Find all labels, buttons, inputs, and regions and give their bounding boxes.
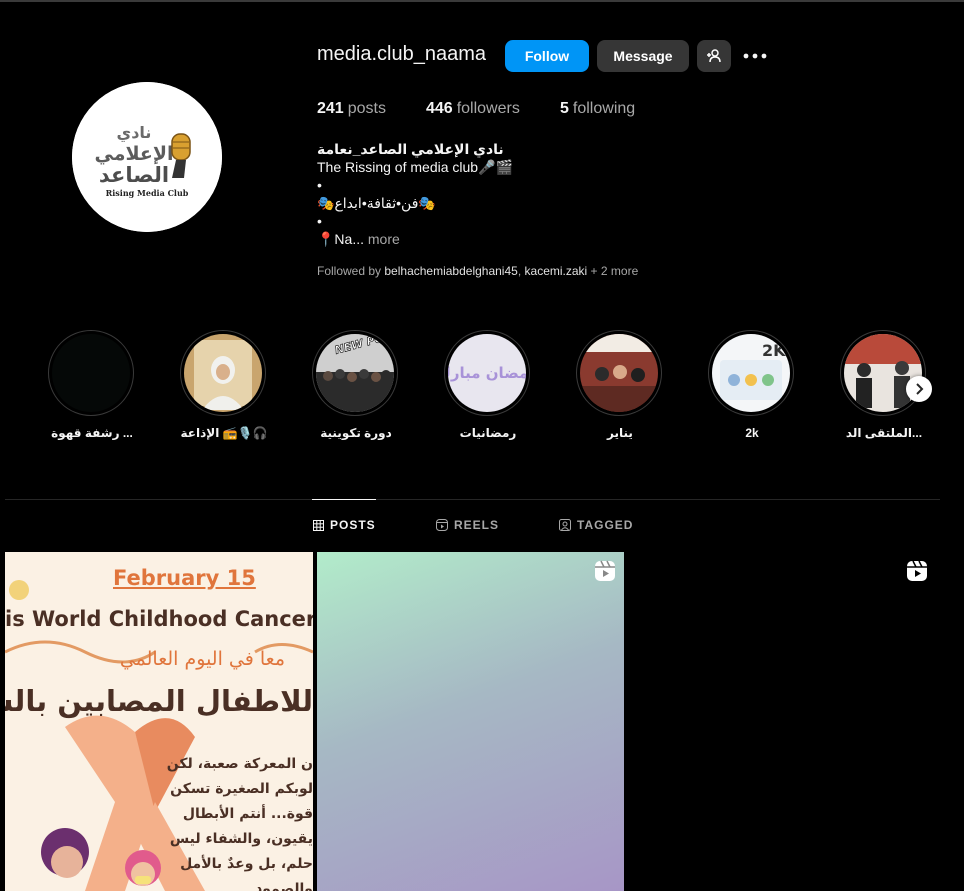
- tag-person-icon: [559, 519, 571, 531]
- ellipsis-icon: [743, 53, 767, 59]
- bio-line: •: [317, 177, 322, 193]
- post-headline: للاطفال المصابين بالسرطان: [5, 684, 313, 718]
- svg-text:الصاعد: الصاعد: [99, 163, 169, 187]
- highlight-label: رشفة قهوة ...: [51, 426, 133, 440]
- profile-avatar[interactable]: نادي الإعلامي الصاعد Rising Media Club: [72, 82, 222, 232]
- bio: نادي الإعلامي الصاعد_نعامة The Rissing o…: [317, 140, 513, 248]
- highlight-image: [844, 334, 922, 412]
- svg-text:رمضان مبارك: رمضان مبارك: [448, 364, 526, 382]
- highlight-image: رمضان مبارك: [448, 334, 526, 412]
- post-tile[interactable]: February 15 is World Childhood Cancer Da…: [5, 552, 313, 891]
- tab-label: REELS: [454, 518, 500, 532]
- profile-username: media.club_naama: [317, 43, 486, 65]
- highlight-image: NEW POST!: [316, 334, 394, 412]
- chevron-right-icon: [916, 383, 924, 395]
- tab-reels[interactable]: REELS: [436, 518, 499, 532]
- svg-text:الإعلامي: الإعلامي: [94, 143, 173, 165]
- active-tab-indicator: [312, 499, 376, 500]
- followed-by-separator: ,: [517, 264, 522, 278]
- post-subtitle: معا في اليوم العالمي: [119, 648, 285, 670]
- post-body-line: ن المعركة صعبة، لكن: [166, 756, 313, 772]
- bio-line: 📍Na...: [317, 231, 364, 247]
- post-title: is World Childhood Cancer Day: [5, 607, 313, 631]
- highlight-label: رمضانيات: [459, 426, 517, 440]
- svg-text:نادي: نادي: [117, 123, 152, 143]
- followers-label: followers: [456, 100, 520, 117]
- bio-line: •: [317, 213, 322, 229]
- follow-button[interactable]: Follow: [505, 40, 589, 72]
- followers-number: 446: [426, 100, 453, 117]
- highlight-label: دورة تكوينية: [320, 426, 392, 440]
- reels-icon: [436, 519, 448, 531]
- highlight-cover[interactable]: [576, 330, 662, 416]
- message-button[interactable]: Message: [597, 40, 689, 72]
- bio-more-link[interactable]: more: [368, 231, 400, 247]
- highlight-label: الإذاعة 📻🎙️🎧: [180, 426, 268, 440]
- followed-by-account[interactable]: belhachemiabdelghani45: [384, 264, 517, 278]
- person-plus-icon: [707, 49, 721, 63]
- highlight-cover[interactable]: NEW POST!: [312, 330, 398, 416]
- followed-by-prefix: Followed by: [317, 264, 382, 278]
- reel-icon: [907, 560, 927, 581]
- post-body-line: حلم، بل وعدٌ بالأمل: [180, 856, 313, 872]
- tab-label: POSTS: [330, 518, 376, 532]
- post-body-line: لوبكم الصغيرة تسكن: [170, 781, 313, 797]
- highlight-cover[interactable]: [840, 330, 926, 416]
- highlight-cover[interactable]: رمضان مبارك: [444, 330, 530, 416]
- suggest-users-button[interactable]: [697, 40, 731, 72]
- tab-tagged[interactable]: TAGGED: [559, 518, 633, 532]
- highlight-label: 2k: [745, 426, 759, 440]
- post-body-line: قوة... أنتم الأبطال: [182, 806, 313, 822]
- posts-label: posts: [347, 100, 386, 117]
- story-highlight[interactable]: الإذاعة 📻🎙️🎧: [180, 330, 268, 440]
- tabs-divider: [5, 499, 940, 500]
- posts-count: 241 posts: [317, 100, 386, 118]
- reel-icon: [595, 560, 615, 581]
- highlight-cover[interactable]: [48, 330, 134, 416]
- followers-link[interactable]: 446 followers: [426, 100, 520, 118]
- post-body-line: والصمود: [255, 881, 313, 891]
- story-highlight[interactable]: NEW POST! دورة تكوينية: [312, 330, 400, 440]
- highlight-image: 2K: [712, 334, 790, 412]
- story-highlight[interactable]: يناير: [576, 330, 664, 440]
- followed-by: Followed by belhachemiabdelghani45, kace…: [317, 264, 638, 278]
- bio-line: 🎭فن•ثقافة•ابداع🎭: [317, 195, 436, 211]
- highlight-cover[interactable]: [180, 330, 266, 416]
- highlight-image: [580, 334, 658, 412]
- story-highlight[interactable]: 2K 2k: [708, 330, 796, 440]
- following-link[interactable]: 5 following: [560, 100, 635, 118]
- highlight-label: يناير: [607, 426, 633, 440]
- following-label: following: [572, 100, 636, 117]
- club-logo: نادي الإعلامي الصاعد Rising Media Club: [72, 82, 222, 232]
- post-date: February 15: [113, 566, 256, 590]
- post-tile[interactable]: [317, 552, 624, 891]
- highlights-next-button[interactable]: [906, 376, 932, 402]
- followed-by-more[interactable]: + 2 more: [591, 264, 639, 278]
- svg-text:2K: 2K: [762, 341, 786, 360]
- post-body-line: يقيون، والشفاء ليس: [169, 831, 313, 847]
- tab-posts[interactable]: POSTS: [313, 518, 376, 532]
- svg-text:Rising Media Club: Rising Media Club: [106, 188, 189, 198]
- story-highlight[interactable]: رشفة قهوة ...: [48, 330, 136, 440]
- post-body: ن المعركة صعبة، لكن لوبكم الصغيرة تسكن ق…: [167, 752, 313, 891]
- highlight-image: [52, 334, 130, 412]
- highlight-cover[interactable]: 2K: [708, 330, 794, 416]
- story-highlight[interactable]: رمضان مبارك رمضانيات: [444, 330, 532, 440]
- top-border: [0, 0, 964, 2]
- following-number: 5: [560, 100, 569, 117]
- followed-by-account[interactable]: kacemi.zaki: [525, 264, 588, 278]
- tab-label: TAGGED: [577, 518, 634, 532]
- bio-line: The Rissing of media club🎤🎬: [317, 159, 513, 175]
- bio-name: نادي الإعلامي الصاعد_نعامة: [317, 141, 504, 157]
- grid-icon: [313, 519, 324, 531]
- highlight-image: [184, 334, 262, 412]
- posts-number: 241: [317, 100, 344, 117]
- highlight-label: الملتقى الد...: [845, 426, 923, 440]
- post-tile[interactable]: [628, 552, 936, 891]
- options-button[interactable]: [743, 44, 767, 68]
